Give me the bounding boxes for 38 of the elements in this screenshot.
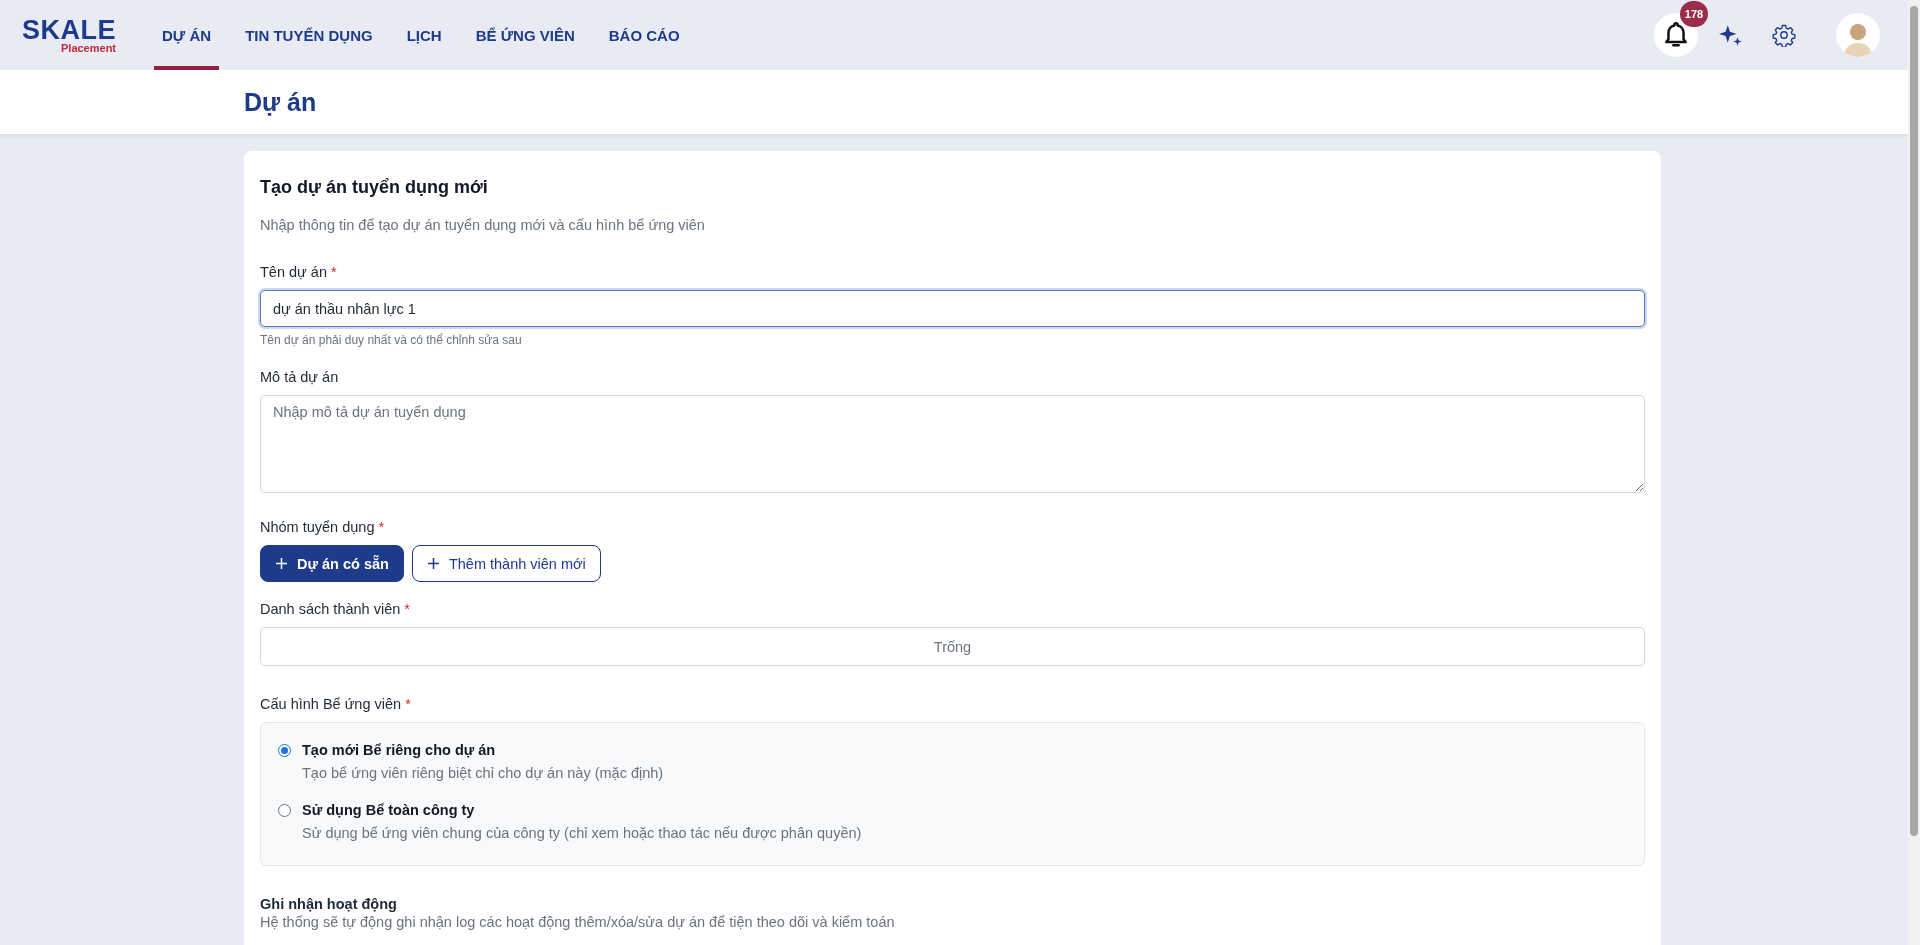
project-name-field[interactable]: dự án thầu nhân lực 1 [260,290,1645,327]
member-list: Trống [260,627,1645,666]
plus-icon [426,557,440,570]
page-title: Dự án [244,87,317,117]
form-subtitle: Nhập thông tin để tạo dự án tuyển dụng mới và cấu hình bể ứng viên [260,217,706,233]
nav-tab[interactable]: BÁO CÁO [600,0,688,70]
settings-icon[interactable] [1772,23,1796,47]
section-title: Ghi nhận hoạt động [260,896,398,912]
nav-tab[interactable]: TIN TUYỂN DỤNG [237,0,381,70]
required-mark: * [378,519,385,535]
section-description: Hệ thống sẽ tự động ghi nhận log các hoạt động thêm/xóa/sửa dự án để tiện theo dõi và kiểm toán [260,914,896,930]
option-description: Sử dụng bể ứng viên chung của công ty (chỉ xem hoặc thao tác nếu được phân quyền) [302,825,863,841]
option-title: Tạo mới Bể riêng cho dự án [302,742,497,758]
radio-button[interactable] [278,803,291,817]
user-avatar[interactable] [1836,13,1880,57]
help-text: Tên dự án phải duy nhất và có thể chỉnh sửa sau [260,333,523,347]
field-label: Mô tả dự án [260,369,339,385]
field-label: Nhóm tuyển dụng [260,519,375,535]
notification-count: 178 [1680,1,1708,27]
logo[interactable]: SKALE Placement [22,16,116,54]
description-field[interactable]: Nhập mô tả dự án tuyển dụng [260,395,1645,493]
field-label: Cấu hình Bể ứng viên [260,696,402,712]
option-description: Tạo bể ứng viên riêng biệt chỉ cho dự án này (mặc định) [302,765,665,781]
bell-icon [1663,21,1689,49]
option-title: Sử dụng Bể toàn công ty [302,802,476,818]
nav-tab[interactable]: BỂ ỨNG VIÊN [467,0,583,70]
add-member-button[interactable]: Thêm thành viên mới [411,545,601,582]
field-label: Tên dự án [260,264,327,280]
plus-icon [275,557,288,570]
scrollbar[interactable] [1908,0,1920,945]
form-title: Tạo dự án tuyển dụng mới [260,177,489,198]
required-mark: * [331,264,337,280]
required-mark: * [405,696,411,712]
existing-project-button[interactable]: Dự án có sẵn [260,545,404,582]
radio-button[interactable] [278,743,291,757]
nav-tab[interactable]: LỊCH [398,0,450,70]
required-mark: * [404,601,410,617]
field-label: Danh sách thành viên [260,601,401,617]
